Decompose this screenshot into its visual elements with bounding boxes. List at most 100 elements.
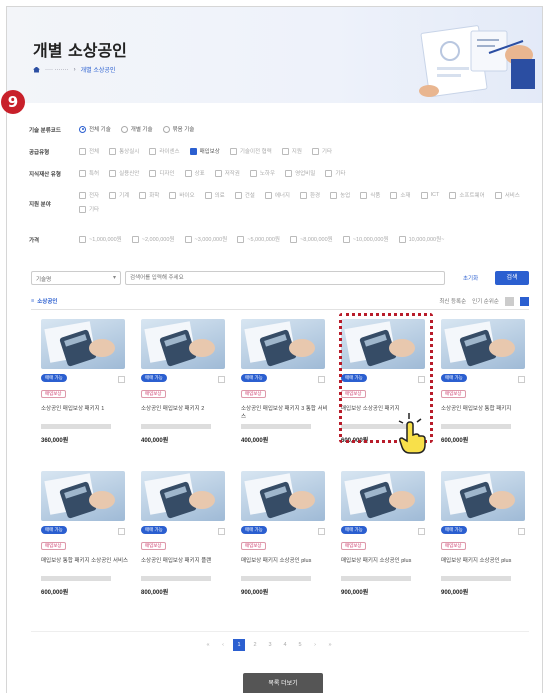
checkbox-option[interactable]: ICT xyxy=(420,191,439,199)
breadcrumb-item[interactable]: ···· ······· xyxy=(45,67,69,73)
sort-option[interactable]: 인기 순위순 xyxy=(472,297,499,305)
checkbox-icon[interactable] xyxy=(325,169,333,177)
checkbox-icon[interactable] xyxy=(494,191,502,199)
checkbox-icon[interactable] xyxy=(342,235,350,243)
checkbox-icon[interactable] xyxy=(139,191,147,199)
product-card[interactable]: 매매 가능 매입보상 매입보상 통합 패키지 소상공인 서비스 600,000원 xyxy=(41,471,131,613)
product-thumbnail[interactable] xyxy=(241,319,325,369)
checkbox-icon[interactable] xyxy=(149,147,157,155)
grid-view-icon[interactable] xyxy=(505,296,514,306)
checkbox-option[interactable]: 기타 xyxy=(325,169,345,177)
product-card[interactable]: 매매 가능 매입보상 소상공인 매입보상 통합 패키지 600,000원 xyxy=(441,319,531,461)
checkbox-icon[interactable] xyxy=(281,147,289,155)
checkbox-option[interactable]: 화학 xyxy=(139,191,159,199)
product-name[interactable]: 소상공인 매입보상 통합 패키지 xyxy=(441,405,531,421)
page-button[interactable]: 4 xyxy=(280,640,290,650)
product-name[interactable]: 매입보상 통합 패키지 소상공인 서비스 xyxy=(41,557,131,573)
checkbox-icon[interactable] xyxy=(418,528,425,535)
checkbox-icon[interactable] xyxy=(149,169,157,177)
page-button[interactable]: 3 xyxy=(265,640,275,650)
radio-option[interactable]: 개별 기술 xyxy=(120,125,153,133)
checkbox-option[interactable]: ~10,000,000원 xyxy=(342,235,389,243)
checkbox-icon[interactable] xyxy=(214,169,222,177)
product-name[interactable]: 소상공인 매입보상 패키지 3 통합 서비스 xyxy=(241,405,331,421)
checkbox-icon[interactable] xyxy=(79,191,86,199)
checkbox-option[interactable]: ~5,000,000원 xyxy=(237,235,280,243)
product-name[interactable]: 매입보상 패키지 소상공인 plus xyxy=(241,557,331,573)
checkbox-icon[interactable] xyxy=(189,147,197,155)
product-thumbnail[interactable] xyxy=(441,471,525,521)
search-input[interactable] xyxy=(125,271,445,285)
checkbox-icon[interactable] xyxy=(218,528,225,535)
checkbox-option[interactable]: ~1,000,000원 xyxy=(79,235,122,243)
checkbox-icon[interactable] xyxy=(218,376,225,383)
last-page-button[interactable]: » xyxy=(325,640,335,650)
checkbox-icon[interactable] xyxy=(311,147,319,155)
checkbox-option[interactable]: 서비스 xyxy=(494,191,520,199)
checkbox-icon[interactable] xyxy=(285,169,293,177)
product-card[interactable]: 매매 가능 매입보상 매입보상 패키지 소상공인 plus 900,000원 xyxy=(441,471,531,613)
checkbox-icon[interactable] xyxy=(249,169,257,177)
product-name[interactable]: 소상공인 매입보상 패키지 1 xyxy=(41,405,131,421)
checkbox-icon[interactable] xyxy=(264,191,272,199)
radio-icon[interactable] xyxy=(120,125,128,133)
checkbox-icon[interactable] xyxy=(109,169,117,177)
product-card[interactable]: 매매 가능 매입보상 소상공인 매입보상 패키지 플랜 800,000원 xyxy=(141,471,231,613)
checkbox-option[interactable]: 바이오 xyxy=(169,191,195,199)
checkbox-icon[interactable] xyxy=(360,191,368,199)
radio-option[interactable]: 묶음 기술 xyxy=(162,125,194,133)
checkbox-icon[interactable] xyxy=(420,191,428,199)
prev-page-button[interactable]: ‹ xyxy=(218,640,228,650)
checkbox-option[interactable]: 디자인 xyxy=(149,169,175,177)
checkbox-icon[interactable] xyxy=(169,191,177,199)
product-thumbnail[interactable] xyxy=(241,471,325,521)
checkbox-option[interactable]: 10,000,000원~ xyxy=(398,235,444,243)
product-name[interactable]: 매입보상 패키지 소상공인 plus xyxy=(441,557,531,573)
checkbox-option[interactable]: 실용신안 xyxy=(109,169,139,177)
reset-link[interactable]: 초기화 xyxy=(463,274,478,282)
checkbox-icon[interactable] xyxy=(184,235,192,243)
checkbox-option[interactable]: 매입보상 xyxy=(189,147,220,155)
checkbox-icon[interactable] xyxy=(518,528,525,535)
product-thumbnail[interactable] xyxy=(41,471,125,521)
checkbox-option[interactable]: 노하우 xyxy=(249,169,275,177)
checkbox-icon[interactable] xyxy=(118,528,125,535)
checkbox-icon[interactable] xyxy=(390,191,398,199)
product-name[interactable]: 소상공인 매입보상 패키지 2 xyxy=(141,405,231,421)
checkbox-option[interactable]: 영업비밀 xyxy=(285,169,315,177)
product-thumbnail[interactable] xyxy=(441,319,525,369)
checkbox-option[interactable]: 지원 xyxy=(281,147,302,155)
checkbox-option[interactable]: 통상실시 xyxy=(109,147,139,155)
checkbox-icon[interactable] xyxy=(118,376,125,383)
next-page-button[interactable]: › xyxy=(310,640,320,650)
checkbox-icon[interactable] xyxy=(398,235,406,243)
product-card[interactable]: 매매 가능 매입보상 소상공인 매입보상 패키지 2 400,000원 xyxy=(141,319,231,461)
home-icon[interactable] xyxy=(33,66,40,73)
radio-icon[interactable] xyxy=(162,125,170,133)
checkbox-icon[interactable] xyxy=(300,191,307,199)
product-name[interactable]: 소상공인 매입보상 패키지 플랜 xyxy=(141,557,231,573)
checkbox-option[interactable]: 기계 xyxy=(109,191,129,199)
checkbox-option[interactable]: 저작권 xyxy=(214,169,240,177)
checkbox-icon[interactable] xyxy=(184,169,192,177)
search-category-select[interactable]: 기술명 xyxy=(31,271,121,285)
product-thumbnail[interactable] xyxy=(41,319,125,369)
checkbox-option[interactable]: 환경 xyxy=(300,191,320,199)
checkbox-option[interactable]: 기타 xyxy=(311,147,332,155)
checkbox-option[interactable]: 농업 xyxy=(330,191,350,199)
checkbox-option[interactable]: 특허 xyxy=(79,169,99,177)
checkbox-option[interactable]: ~2,000,000원 xyxy=(131,235,175,243)
checkbox-icon[interactable] xyxy=(109,191,117,199)
radio-icon[interactable] xyxy=(79,125,86,133)
checkbox-icon[interactable] xyxy=(234,191,242,199)
product-card[interactable]: 매매 가능 매입보상 매입보상 패키지 소상공인 plus 900,000원 xyxy=(241,471,331,613)
page-button[interactable]: 2 xyxy=(250,640,260,650)
search-button[interactable]: 검색 xyxy=(495,271,529,285)
checkbox-icon[interactable] xyxy=(229,147,237,155)
checkbox-option[interactable]: 전자 xyxy=(79,191,99,199)
checkbox-option[interactable]: 의료 xyxy=(204,191,225,199)
checkbox-icon[interactable] xyxy=(204,191,212,199)
checkbox-option[interactable]: 에너지 xyxy=(264,191,290,199)
page-button[interactable]: 5 xyxy=(295,640,305,650)
product-card[interactable]: 매매 가능 매입보상 소상공인 매입보상 패키지 3 통합 서비스 400,000원 xyxy=(241,319,331,461)
